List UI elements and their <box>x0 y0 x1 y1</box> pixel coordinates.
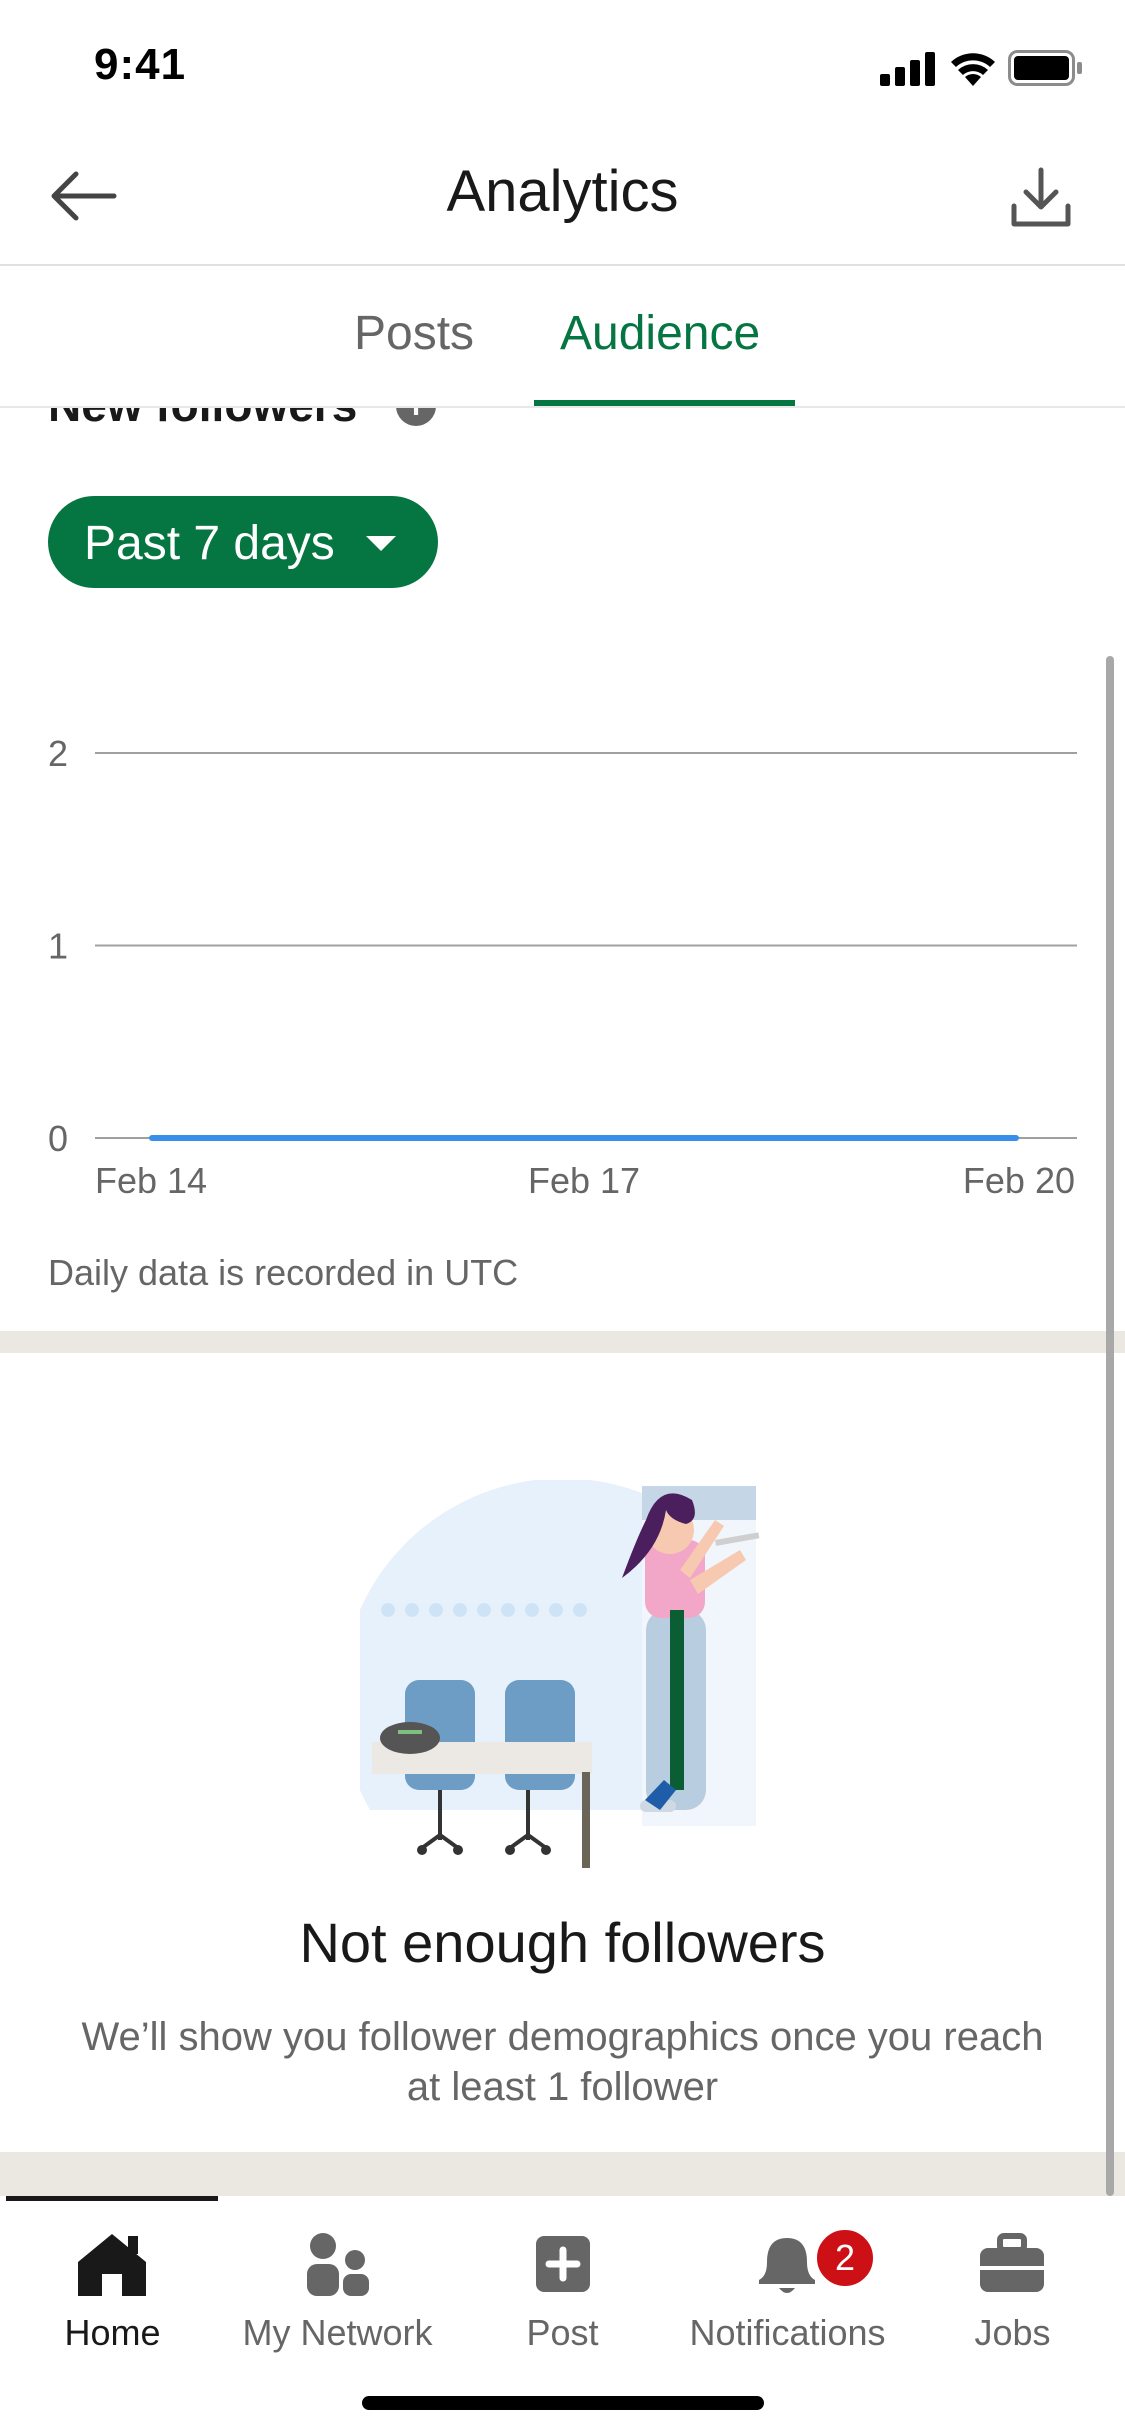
empty-state-illustration <box>360 1480 760 1868</box>
chart-note: Daily data is recorded in UTC <box>48 1252 519 1293</box>
briefcase-icon <box>980 2233 1044 2292</box>
nav-label-post: Post <box>526 2312 599 2353</box>
home-indicator <box>362 2396 764 2410</box>
people-icon <box>307 2233 369 2296</box>
status-time: 9:41 <box>94 40 187 89</box>
page-title: Analytics <box>446 159 679 224</box>
y-tick-label: 2 <box>48 733 68 774</box>
empty-state-title: Not enough followers <box>299 1911 826 1974</box>
download-icon[interactable] <box>1010 166 1072 230</box>
cellular-signal-icon <box>880 52 935 86</box>
scrollbar[interactable] <box>1106 656 1114 2196</box>
y-tick-label: 0 <box>48 1118 68 1159</box>
date-range-label: Past 7 days <box>84 517 335 570</box>
nav-label-home: Home <box>64 2312 161 2353</box>
nav-item-notifications[interactable]: 2 Notifications <box>675 2216 900 2366</box>
x-tick-label: Feb 20 <box>963 1160 1075 1201</box>
nav-item-home[interactable]: Home <box>0 2216 225 2366</box>
nav-label-jobs: Jobs <box>974 2312 1051 2353</box>
section-divider-bottom <box>0 2152 1125 2198</box>
followers-chart: 0 1 2 Feb 14 Feb 17 Feb 20 <box>48 733 1077 1201</box>
section-heading: New followers <box>48 408 357 432</box>
date-range-dropdown[interactable]: Past 7 days <box>48 496 438 588</box>
y-tick-label: 1 <box>48 926 68 967</box>
plus-square-icon <box>536 2236 590 2292</box>
section-divider <box>0 1331 1125 1353</box>
nav-label-my-network: My Network <box>242 2312 433 2353</box>
battery-icon <box>1008 50 1082 86</box>
nav-active-indicator <box>6 2196 218 2201</box>
section-heading-clip: New followers i <box>0 408 1125 444</box>
nav-item-my-network[interactable]: My Network <box>225 2216 450 2366</box>
notification-badge: 2 <box>813 2226 877 2290</box>
home-icon <box>78 2234 146 2296</box>
caret-down-icon <box>366 536 396 551</box>
nav-item-jobs[interactable]: Jobs <box>900 2216 1125 2366</box>
tab-posts[interactable]: Posts <box>354 306 474 361</box>
x-tick-label: Feb 17 <box>528 1160 640 1201</box>
tab-audience[interactable]: Audience <box>560 306 760 361</box>
nav-label-notifications: Notifications <box>689 2312 886 2353</box>
nav-item-post[interactable]: Post <box>450 2216 675 2366</box>
x-tick-label: Feb 14 <box>95 1160 207 1201</box>
header-divider <box>0 264 1125 266</box>
empty-state-description: We’ll show you follower demographics onc… <box>81 2015 1044 2109</box>
info-icon[interactable]: i <box>396 408 436 426</box>
wifi-icon <box>951 53 995 86</box>
